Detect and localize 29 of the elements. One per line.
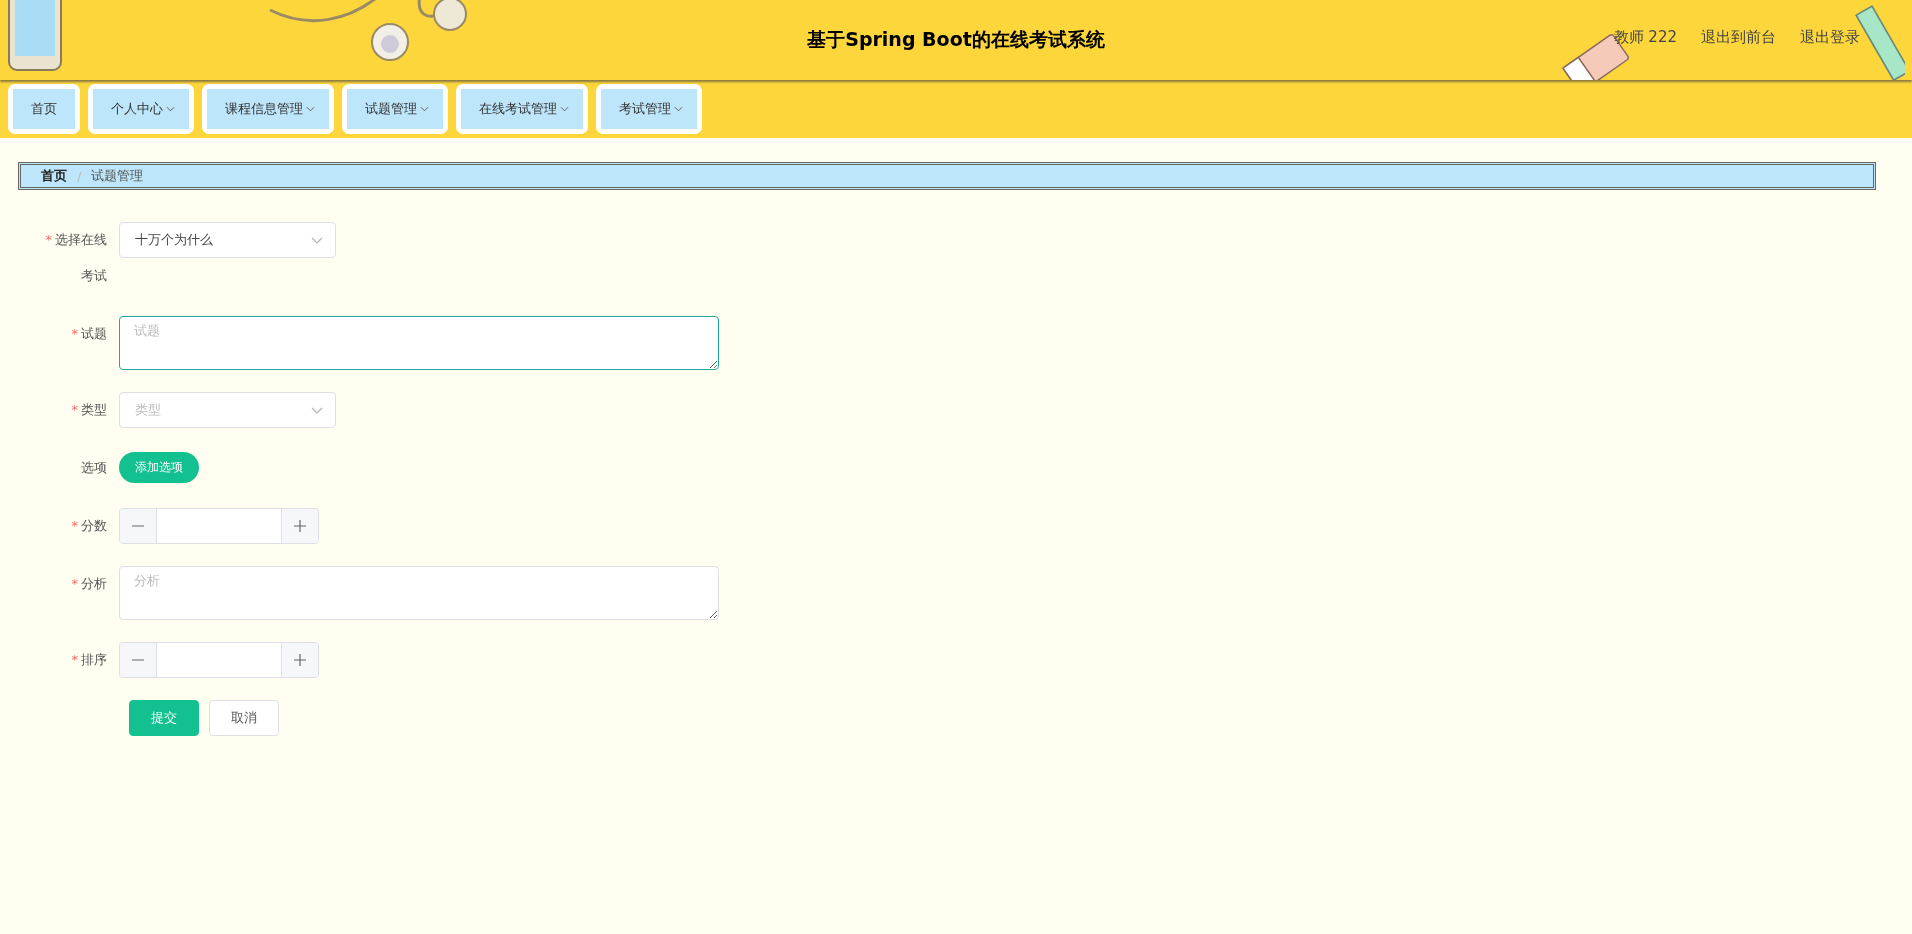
nav-menu-item[interactable]: 课程信息管理	[207, 89, 329, 129]
nav-menu-item[interactable]: 个人中心	[93, 89, 189, 129]
plus-icon[interactable]	[293, 519, 307, 533]
field-label: * 分析	[70, 575, 107, 593]
field-label: * 试题	[70, 325, 107, 343]
number-input[interactable]	[119, 508, 319, 544]
text-area[interactable]: 试题	[119, 316, 719, 370]
breadcrumb-separator: /	[77, 168, 82, 184]
plus-icon[interactable]	[293, 653, 307, 667]
nav-menu-item[interactable]: 试题管理	[347, 89, 443, 129]
nav-menu-item[interactable]: 在线考试管理	[461, 89, 583, 129]
header-link[interactable]: 退出登录	[1800, 28, 1860, 47]
nav-menu-item[interactable]: 考试管理	[601, 89, 697, 129]
field-label: * 类型	[70, 401, 107, 419]
breadcrumb-link[interactable]: 试题管理	[91, 167, 144, 185]
cancel-button[interactable]: 取消	[209, 700, 279, 736]
select-field[interactable]: 十万个为什么	[119, 222, 336, 258]
nav-menu-item[interactable]: 首页	[13, 89, 75, 129]
field-label: * 选择在线考试	[44, 231, 107, 285]
site-title: 基于Spring Boot的在线考试系统	[807, 27, 1105, 52]
field-label: * 排序	[70, 651, 107, 669]
chevron-down-icon	[311, 406, 323, 414]
header-link[interactable]: 退出到前台	[1701, 28, 1776, 47]
chevron-down-icon	[311, 236, 323, 244]
field-label: * 分数	[70, 517, 107, 535]
number-input[interactable]	[119, 642, 319, 678]
field-label: 选项	[80, 459, 107, 477]
header-link[interactable]: 教师 222	[1613, 28, 1677, 47]
breadcrumb-link[interactable]: 首页	[41, 167, 67, 185]
